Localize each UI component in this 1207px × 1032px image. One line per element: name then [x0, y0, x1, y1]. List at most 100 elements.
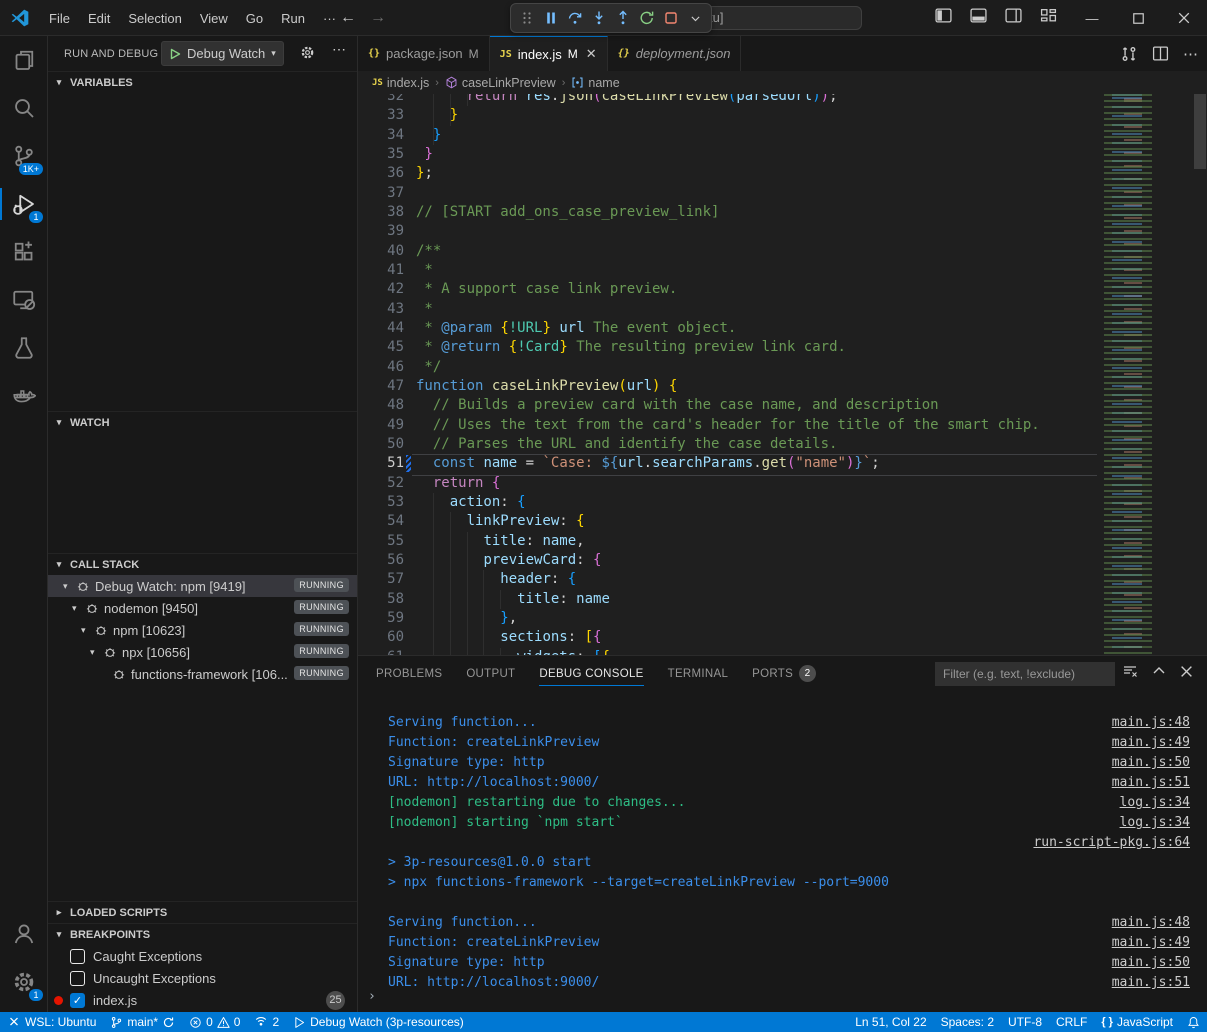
expand-chevron-icon[interactable]: ▾: [81, 625, 94, 636]
minimize-button[interactable]: —: [1069, 0, 1115, 36]
activity-bar-remote-explorer[interactable]: [0, 276, 48, 324]
source-link[interactable]: main.js:51: [1112, 973, 1190, 993]
language-mode[interactable]: { }JavaScript: [1094, 1012, 1180, 1032]
activity-bar-extensions[interactable]: [0, 228, 48, 276]
code-line-57[interactable]: 57 header: {: [358, 570, 1207, 589]
breadcrumb[interactable]: JSindex.js›caseLinkPreview›name: [358, 71, 1207, 94]
variables-section-header[interactable]: ▾VARIABLES: [48, 71, 357, 93]
code-line-46[interactable]: 46 */: [358, 358, 1207, 377]
menu-selection[interactable]: Selection: [119, 7, 190, 30]
panel-tab-terminal[interactable]: TERMINAL: [668, 656, 729, 691]
activity-bar-source-control[interactable]: 1K+: [0, 132, 48, 180]
code-line-54[interactable]: 54 linkPreview: {: [358, 512, 1207, 531]
activity-bar-explorer[interactable]: [0, 36, 48, 84]
activity-bar-testing[interactable]: [0, 324, 48, 372]
breakpoint-row[interactable]: Uncaught Exceptions: [48, 967, 357, 989]
drag-handle[interactable]: [515, 5, 539, 31]
encoding[interactable]: UTF-8: [1001, 1012, 1049, 1032]
code-line-41[interactable]: 41 *: [358, 261, 1207, 280]
tab-package.json[interactable]: {}package.jsonM: [358, 36, 490, 71]
toggle-secondary-sidebar-icon[interactable]: [1005, 8, 1022, 28]
code-editor[interactable]: 32 return res.json(caseLinkPreview(parse…: [358, 94, 1207, 655]
loaded-scripts-section-header[interactable]: ▸LOADED SCRIPTS: [48, 901, 357, 923]
forward-arrow-icon[interactable]: →: [370, 9, 386, 27]
source-link[interactable]: main.js:48: [1112, 713, 1190, 733]
views-more-actions-icon[interactable]: ⋯: [332, 41, 347, 58]
code-line-53[interactable]: 53 action: {: [358, 493, 1207, 512]
cursor-position[interactable]: Ln 51, Col 22: [848, 1012, 933, 1032]
step-out-button[interactable]: [611, 5, 635, 31]
toggle-panel-icon[interactable]: [970, 8, 987, 28]
activity-bar-search[interactable]: [0, 84, 48, 132]
code-line-51[interactable]: 51 const name = `Case: ${url.searchParam…: [358, 454, 1207, 473]
maximize-button[interactable]: [1115, 0, 1161, 36]
source-link[interactable]: main.js:51: [1112, 773, 1190, 793]
code-line-44[interactable]: 44 * @param {!URL} url The event object.: [358, 319, 1207, 338]
breakpoint-checkbox[interactable]: ✓: [70, 993, 85, 1008]
editor-scrollbar[interactable]: [1194, 94, 1206, 169]
code-line-34[interactable]: 34 }: [358, 126, 1207, 145]
minimap[interactable]: [1100, 94, 1192, 655]
toggle-sidebar-icon[interactable]: [935, 8, 952, 28]
console-prompt-chevron[interactable]: ›: [368, 989, 376, 1004]
source-link[interactable]: main.js:48: [1112, 913, 1190, 933]
menu-run[interactable]: Run: [272, 7, 314, 30]
maximize-panel-icon[interactable]: [1152, 664, 1166, 683]
debug-settings-gear-icon[interactable]: [300, 45, 315, 65]
code-line-61[interactable]: 61 widgets: [{: [358, 648, 1207, 655]
panel-tab-debug-console[interactable]: DEBUG CONSOLE: [539, 656, 643, 691]
breakpoint-checkbox[interactable]: [70, 971, 85, 986]
code-line-43[interactable]: 43 *: [358, 300, 1207, 319]
code-line-38[interactable]: 38// [START add_ons_case_preview_link]: [358, 203, 1207, 222]
source-link[interactable]: main.js:49: [1112, 733, 1190, 753]
close-panel-icon[interactable]: [1180, 665, 1193, 683]
activity-bar-accounts[interactable]: [0, 910, 48, 958]
call-stack-row[interactable]: ▾nodemon [9450]RUNNING: [48, 597, 357, 619]
panel-tab-ports[interactable]: PORTS2: [752, 656, 816, 691]
expand-chevron-icon[interactable]: ▾: [72, 603, 85, 614]
code-line-37[interactable]: 37: [358, 184, 1207, 203]
breakpoint-row[interactable]: Caught Exceptions: [48, 945, 357, 967]
indentation[interactable]: Spaces: 2: [934, 1012, 1001, 1032]
breadcrumb-item[interactable]: caseLinkPreview: [462, 76, 556, 90]
code-line-52[interactable]: 52 return {: [358, 474, 1207, 493]
code-line-36[interactable]: 36};: [358, 164, 1207, 183]
activity-bar-docker[interactable]: [0, 372, 48, 420]
code-line-40[interactable]: 40/**: [358, 242, 1207, 261]
debug-toolbar-more-button[interactable]: [683, 5, 707, 31]
customize-layout-icon[interactable]: [1040, 8, 1057, 28]
compare-changes-icon[interactable]: [1120, 45, 1138, 63]
menu-go[interactable]: Go: [237, 7, 272, 30]
breakpoint-row[interactable]: ✓index.js25: [48, 989, 357, 1011]
tab-index.js[interactable]: JSindex.jsM✕: [490, 36, 608, 71]
close-button[interactable]: [1161, 0, 1207, 36]
back-arrow-icon[interactable]: ←: [340, 9, 356, 27]
problems-status[interactable]: 00: [182, 1012, 247, 1032]
call-stack-row[interactable]: functions-framework [106...RUNNING: [48, 663, 357, 685]
breadcrumb-item[interactable]: index.js: [387, 76, 429, 90]
breakpoint-checkbox[interactable]: [70, 949, 85, 964]
menu-view[interactable]: View: [191, 7, 237, 30]
menu-file[interactable]: File: [40, 7, 79, 30]
close-tab-icon[interactable]: ✕: [586, 46, 597, 62]
watch-section-header[interactable]: ▾WATCH: [48, 411, 357, 433]
stop-button[interactable]: [659, 5, 683, 31]
code-line-60[interactable]: 60 sections: [{: [358, 628, 1207, 647]
ports-status[interactable]: 2: [247, 1012, 286, 1032]
source-link[interactable]: main.js:50: [1112, 953, 1190, 973]
call-stack-row[interactable]: ▾npm [10623]RUNNING: [48, 619, 357, 641]
panel-tab-problems[interactable]: PROBLEMS: [376, 656, 442, 691]
console-filter-input[interactable]: [935, 662, 1115, 686]
code-line-59[interactable]: 59 },: [358, 609, 1207, 628]
source-link[interactable]: main.js:49: [1112, 933, 1190, 953]
code-line-49[interactable]: 49 // Uses the text from the card's head…: [358, 416, 1207, 435]
menu-edit[interactable]: Edit: [79, 7, 119, 30]
source-link[interactable]: log.js:34: [1120, 793, 1190, 813]
more-actions-icon[interactable]: ⋯: [1183, 45, 1199, 63]
code-line-58[interactable]: 58 title: name: [358, 590, 1207, 609]
breakpoints-section-header[interactable]: ▾BREAKPOINTS: [48, 923, 357, 945]
branch-status[interactable]: main*: [103, 1012, 182, 1032]
code-line-55[interactable]: 55 title: name,: [358, 532, 1207, 551]
expand-chevron-icon[interactable]: ▾: [63, 581, 76, 592]
code-line-48[interactable]: 48 // Builds a preview card with the cas…: [358, 396, 1207, 415]
